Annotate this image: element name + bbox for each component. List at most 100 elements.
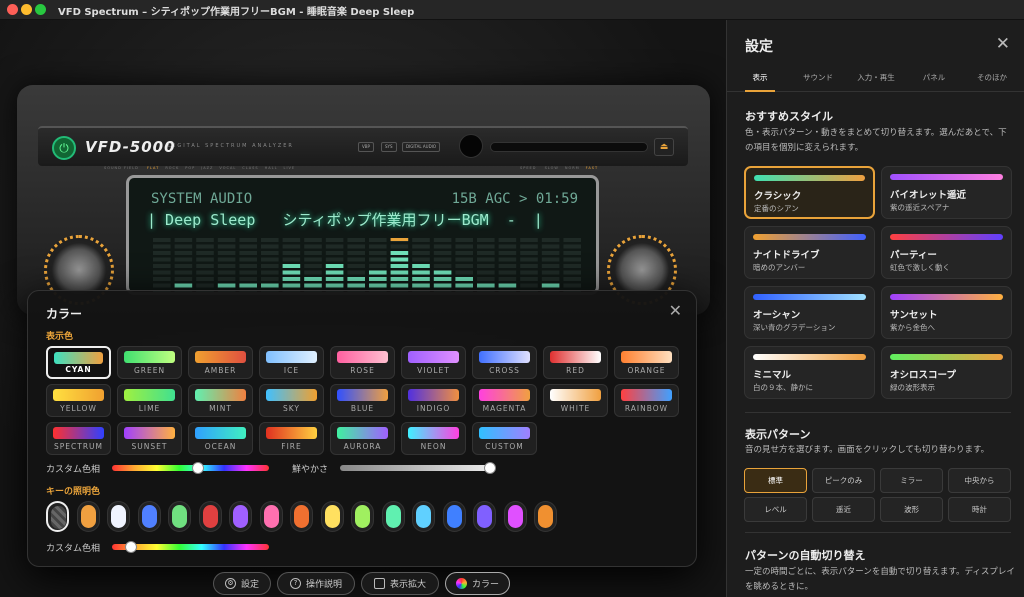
spectrum-segment bbox=[174, 264, 193, 268]
key-color-swatch[interactable] bbox=[137, 501, 161, 532]
saturation-thumb[interactable] bbox=[484, 462, 497, 474]
spectrum-segment bbox=[390, 244, 409, 249]
close-icon[interactable]: ✕ bbox=[996, 34, 1010, 54]
auto-switch-description: 一定の時間ごとに、表示パターンを自動で切り替えます。ディスプレイを眺めるときに。 bbox=[745, 567, 1015, 592]
pattern-button[interactable]: ピークのみ bbox=[812, 468, 875, 493]
color-tile-yellow[interactable]: YELLOW bbox=[46, 384, 111, 417]
sound-field-flat[interactable]: FLAT bbox=[147, 166, 159, 170]
color-swatch bbox=[54, 352, 103, 364]
color-tile-label: ICE bbox=[283, 366, 300, 375]
color-swatch bbox=[195, 427, 246, 439]
vfd-display[interactable]: SYSTEM AUDIO 15B AGC > 01:59 | Deep Slee… bbox=[126, 175, 599, 295]
custom-hue-slider[interactable] bbox=[112, 465, 269, 471]
power-button[interactable]: ⏻ bbox=[52, 136, 76, 160]
close-icon[interactable]: ✕ bbox=[669, 301, 682, 320]
color-tile-sunset[interactable]: SUNSET bbox=[117, 422, 182, 455]
style-card[interactable]: ナイトドライブ 暗めのアンバー bbox=[744, 226, 875, 279]
sound-field-live[interactable]: LIVE bbox=[284, 166, 296, 170]
pattern-button[interactable]: 標準 bbox=[744, 468, 807, 493]
settings-tab[interactable]: 入力・再生 bbox=[847, 72, 905, 83]
color-tile-violet[interactable]: VIOLET bbox=[401, 346, 466, 379]
sound-field-class[interactable]: CLASS bbox=[242, 166, 258, 170]
speed-slow[interactable]: SLOW bbox=[545, 166, 559, 170]
key-color-swatch[interactable] bbox=[442, 501, 466, 532]
style-card[interactable]: ミニマル 白の９本、静かに bbox=[744, 346, 875, 399]
key-color-swatch[interactable] bbox=[351, 501, 374, 532]
style-card[interactable]: パーティー 虹色で激しく動く bbox=[881, 226, 1012, 279]
key-color-swatch[interactable] bbox=[473, 501, 496, 532]
sound-field-vocal[interactable]: VOCAL bbox=[219, 166, 236, 170]
color-tile-lime[interactable]: LIME bbox=[117, 384, 182, 417]
color-tile-rose[interactable]: ROSE bbox=[330, 346, 395, 379]
style-card[interactable]: クラシック 定番のシアン bbox=[744, 166, 875, 219]
color-tile-orange[interactable]: ORANGE bbox=[614, 346, 679, 379]
color-tile-sky[interactable]: SKY bbox=[259, 384, 324, 417]
style-card[interactable]: オシロスコープ 緑の波形表示 bbox=[881, 346, 1012, 399]
key-color-swatch[interactable] bbox=[534, 501, 557, 532]
color-tile-ice[interactable]: ICE bbox=[259, 346, 324, 379]
color-tile-magenta[interactable]: MAGENTA bbox=[472, 384, 537, 417]
pattern-button[interactable]: ミラー bbox=[880, 468, 943, 493]
sound-field-rock[interactable]: ROCK bbox=[165, 166, 179, 170]
spectrum-segment bbox=[153, 264, 171, 268]
minimize-window-button[interactable] bbox=[21, 4, 32, 15]
style-card[interactable]: バイオレット遥近 紫の遥近スペアナ bbox=[881, 166, 1012, 219]
color-tile-green[interactable]: GREEN bbox=[117, 346, 182, 379]
pattern-button[interactable]: 時計 bbox=[948, 497, 1011, 522]
settings-tab[interactable]: パネル bbox=[905, 72, 963, 83]
pattern-button[interactable]: 中央から bbox=[948, 468, 1011, 493]
style-card[interactable]: オーシャン 深い青のグラデーション bbox=[744, 286, 875, 339]
color-tile-white[interactable]: WHITE bbox=[543, 384, 608, 417]
custom-hue-thumb[interactable] bbox=[192, 462, 205, 474]
color-button[interactable]: カラー bbox=[445, 572, 510, 595]
expand-button[interactable]: 表示拡大 bbox=[361, 572, 439, 595]
color-tile-amber[interactable]: AMBER bbox=[188, 346, 253, 379]
zoom-window-button[interactable] bbox=[35, 4, 46, 15]
sound-field-pop[interactable]: POP bbox=[185, 166, 195, 170]
key-color-swatch[interactable] bbox=[381, 501, 405, 532]
color-tile-ocean[interactable]: OCEAN bbox=[188, 422, 253, 455]
color-tile-neon[interactable]: NEON bbox=[401, 422, 466, 455]
color-tile-cyan[interactable]: CYAN bbox=[46, 346, 111, 379]
key-color-swatch[interactable] bbox=[76, 501, 100, 532]
help-button[interactable]: ? 操作説明 bbox=[277, 572, 355, 595]
pattern-button[interactable]: 波形 bbox=[880, 497, 943, 522]
key-color-swatch[interactable] bbox=[259, 501, 283, 532]
key-color-swatch[interactable] bbox=[46, 501, 69, 532]
pattern-button[interactable]: 遥近 bbox=[812, 497, 875, 522]
key-color-swatch[interactable] bbox=[503, 501, 527, 532]
color-tile-rainbow[interactable]: RAINBOW bbox=[614, 384, 679, 417]
sound-field-jazz[interactable]: JAZZ bbox=[201, 166, 213, 170]
speed-fast[interactable]: FAST bbox=[586, 166, 598, 170]
key-color-swatch[interactable] bbox=[290, 501, 313, 532]
settings-tab[interactable]: サウンド bbox=[789, 72, 847, 83]
color-tile-red[interactable]: RED bbox=[543, 346, 608, 379]
key-color-swatch[interactable] bbox=[168, 501, 191, 532]
color-tile-mint[interactable]: MINT bbox=[188, 384, 253, 417]
color-tile-custom[interactable]: CUSTOM bbox=[472, 422, 537, 455]
color-tile-blue[interactable]: BLUE bbox=[330, 384, 395, 417]
settings-tab[interactable]: 表示 bbox=[731, 72, 789, 92]
sound-field-hall[interactable]: HALL bbox=[265, 166, 278, 170]
key-custom-hue-thumb[interactable] bbox=[124, 541, 137, 553]
settings-tab[interactable]: そのほか bbox=[963, 72, 1021, 83]
mini-knob[interactable] bbox=[459, 134, 483, 158]
key-color-swatch[interactable] bbox=[198, 501, 222, 532]
style-card[interactable]: サンセット 紫から金色へ bbox=[881, 286, 1012, 339]
speed-norm[interactable]: NORM bbox=[565, 166, 580, 170]
saturation-slider[interactable] bbox=[340, 465, 495, 471]
color-tile-aurora[interactable]: AURORA bbox=[330, 422, 395, 455]
color-tile-fire[interactable]: FIRE bbox=[259, 422, 324, 455]
color-tile-cross[interactable]: CROSS bbox=[472, 346, 537, 379]
color-tile-indigo[interactable]: INDIGO bbox=[401, 384, 466, 417]
key-color-swatch[interactable] bbox=[412, 501, 435, 532]
key-color-swatch[interactable] bbox=[107, 501, 130, 532]
spectrum-segment bbox=[217, 283, 236, 288]
key-color-swatch[interactable] bbox=[320, 501, 344, 532]
eject-button[interactable]: ⏏ bbox=[654, 138, 674, 156]
key-color-swatch[interactable] bbox=[229, 501, 252, 532]
close-window-button[interactable] bbox=[7, 4, 18, 15]
color-tile-spectrum[interactable]: SPECTRUM bbox=[46, 422, 111, 455]
settings-button[interactable]: ⚙ 設定 bbox=[213, 572, 271, 595]
pattern-button[interactable]: レベル bbox=[744, 497, 807, 522]
